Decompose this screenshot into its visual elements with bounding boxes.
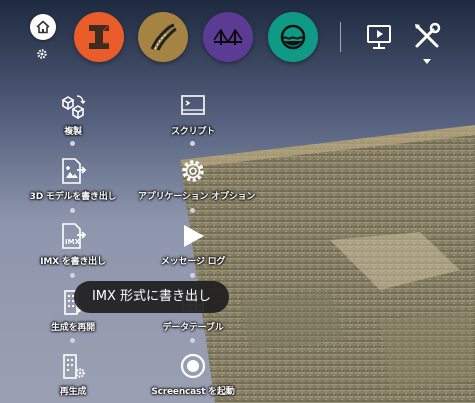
export-image-icon bbox=[62, 158, 87, 184]
bridge-icon bbox=[213, 28, 243, 45]
svg-text:IMX: IMX bbox=[65, 238, 81, 246]
script-icon bbox=[181, 95, 205, 115]
toolbar-divider bbox=[340, 22, 341, 52]
export-imx-label: IMX を書き出し bbox=[40, 257, 106, 267]
i-beam-icon bbox=[89, 24, 110, 49]
presentation-icon[interactable] bbox=[364, 22, 394, 52]
regenerate-label: 再生成 bbox=[59, 387, 87, 397]
bridge-tool-button[interactable] bbox=[203, 12, 253, 62]
separator-dot bbox=[190, 338, 195, 343]
copy-icon bbox=[61, 95, 86, 120]
separator-dot bbox=[70, 273, 75, 278]
imx-tool-button[interactable] bbox=[74, 12, 124, 62]
home-icon bbox=[36, 20, 50, 34]
copy-label: 複製 bbox=[64, 127, 82, 137]
application-options-label: アプリケーション オプション bbox=[138, 192, 256, 202]
separator-dot bbox=[190, 273, 195, 278]
resume-generation-label: 生成を再開 bbox=[50, 323, 95, 333]
water-tool-button[interactable] bbox=[268, 12, 318, 62]
chevron-down-icon[interactable] bbox=[422, 58, 432, 65]
data-table-label: データテーブル bbox=[162, 323, 224, 333]
separator-dot bbox=[190, 141, 195, 146]
road-icon bbox=[150, 23, 177, 51]
export-3d-model-label: 3D モデルを書き出し bbox=[29, 192, 117, 202]
building-gear-icon bbox=[63, 354, 85, 379]
top-toolbar bbox=[0, 0, 475, 70]
home-button[interactable] bbox=[30, 14, 56, 40]
gear-icon[interactable] bbox=[36, 48, 48, 60]
separator-dot bbox=[190, 208, 195, 213]
separator-dot bbox=[70, 141, 75, 146]
water-icon bbox=[280, 24, 306, 50]
play-icon bbox=[184, 225, 204, 247]
message-log-label: メッセージ ログ bbox=[160, 257, 226, 267]
tools-icon[interactable] bbox=[411, 20, 443, 52]
screencast-label: Screencast を起動 bbox=[151, 387, 235, 397]
record-icon bbox=[180, 353, 206, 379]
road-tool-button[interactable] bbox=[138, 12, 188, 62]
separator-dot bbox=[70, 338, 75, 343]
export-imx-tooltip: IMX 形式に書き出し bbox=[74, 281, 229, 313]
separator-dot bbox=[70, 208, 75, 213]
export-imx-icon: IMX bbox=[62, 223, 87, 249]
settings-icon bbox=[182, 160, 204, 182]
script-label: スクリプト bbox=[170, 127, 215, 137]
